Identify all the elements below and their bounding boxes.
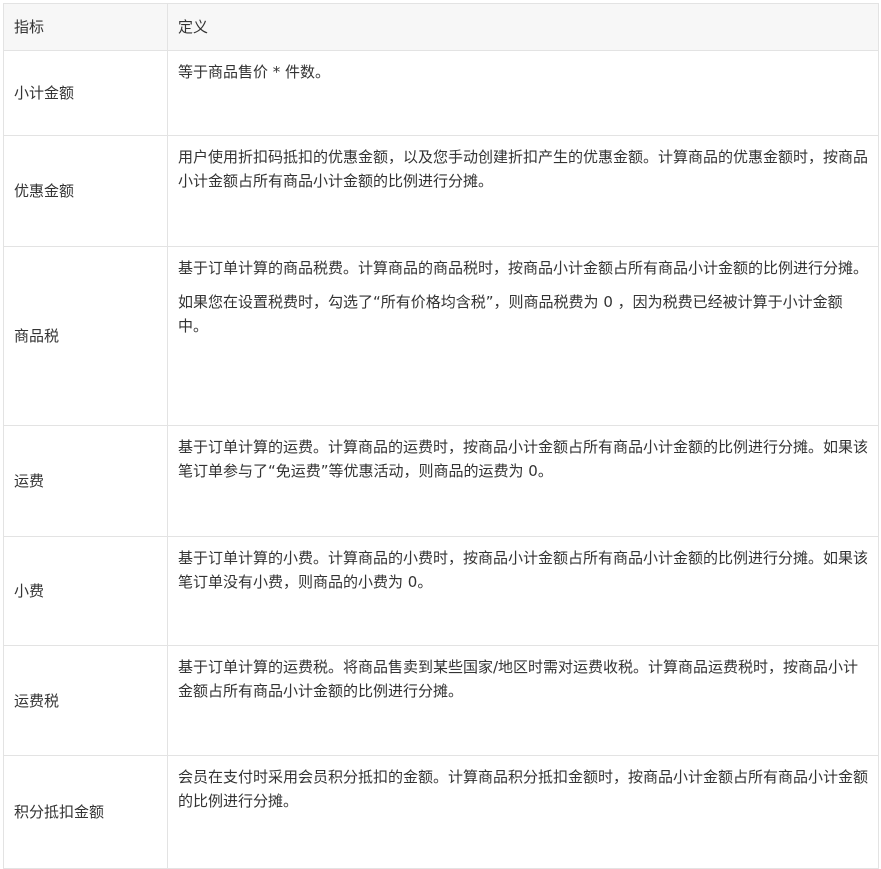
definition-paragraph: 基于订单计算的小费。计算商品的小费时，按商品小计金额占所有商品小计金额的比例进行… [178,549,869,591]
definition-paragraph: 基于订单计算的运费。计算商品的运费时，按商品小计金额占所有商品小计金额的比例进行… [178,438,869,480]
table-row: 商品税 基于订单计算的商品税费。计算商品的商品税时，按商品小计金额占所有商品小计… [3,246,879,426]
table-row: 积分抵扣金额 会员在支付时采用会员积分抵扣的金额。计算商品积分抵扣金额时，按商品… [3,755,879,869]
metric-name-product-tax: 商品税 [3,246,168,426]
header-metric: 指标 [3,3,168,51]
metric-definition-shipping-tax: 基于订单计算的运费税。将商品售卖到某些国家/地区时需对运费收税。计算商品运费税时… [167,645,879,756]
definition-paragraph: 用户使用折扣码抵扣的优惠金额，以及您手动创建折扣产生的优惠金额。计算商品的优惠金… [178,148,869,190]
definition-paragraph: 会员在支付时采用会员积分抵扣的金额。计算商品积分抵扣金额时，按商品小计金额占所有… [178,768,869,810]
metric-name-points-deduction: 积分抵扣金额 [3,755,168,869]
definition-paragraph: 基于订单计算的商品税费。计算商品的商品税时，按商品小计金额占所有商品小计金额的比… [178,259,869,277]
table-row: 优惠金额 用户使用折扣码抵扣的优惠金额，以及您手动创建折扣产生的优惠金额。计算商… [3,135,879,247]
metric-definition-discount: 用户使用折扣码抵扣的优惠金额，以及您手动创建折扣产生的优惠金额。计算商品的优惠金… [167,135,879,247]
header-definition: 定义 [167,3,879,51]
metric-definition-tip: 基于订单计算的小费。计算商品的小费时，按商品小计金额占所有商品小计金额的比例进行… [167,536,879,646]
metrics-definition-table-container: 指标 定义 小计金额 等于商品售价 * 件数。 优惠金额 用户使用折扣码抵扣的优… [3,3,879,869]
metric-name-shipping-tax: 运费税 [3,645,168,756]
metric-name-shipping: 运费 [3,425,168,537]
metrics-definition-table: 指标 定义 小计金额 等于商品售价 * 件数。 优惠金额 用户使用折扣码抵扣的优… [3,3,879,869]
definition-paragraph: 如果您在设置税费时，勾选了“所有价格均含税”，则商品税费为 0 ，因为税费已经被… [178,293,843,335]
metric-name-subtotal: 小计金额 [3,50,168,136]
metric-definition-shipping: 基于订单计算的运费。计算商品的运费时，按商品小计金额占所有商品小计金额的比例进行… [167,425,879,537]
metric-definition-subtotal: 等于商品售价 * 件数。 [167,50,879,136]
definition-paragraph: 基于订单计算的运费税。将商品售卖到某些国家/地区时需对运费收税。计算商品运费税时… [178,658,859,700]
metric-name-discount: 优惠金额 [3,135,168,247]
table-row: 小费 基于订单计算的小费。计算商品的小费时，按商品小计金额占所有商品小计金额的比… [3,536,879,646]
table-row: 小计金额 等于商品售价 * 件数。 [3,50,879,136]
metric-definition-product-tax: 基于订单计算的商品税费。计算商品的商品税时，按商品小计金额占所有商品小计金额的比… [167,246,879,426]
table-header-row: 指标 定义 [3,3,879,51]
table-row: 运费税 基于订单计算的运费税。将商品售卖到某些国家/地区时需对运费收税。计算商品… [3,645,879,756]
table-row: 运费 基于订单计算的运费。计算商品的运费时，按商品小计金额占所有商品小计金额的比… [3,425,879,537]
metric-definition-points-deduction: 会员在支付时采用会员积分抵扣的金额。计算商品积分抵扣金额时，按商品小计金额占所有… [167,755,879,869]
metric-name-tip: 小费 [3,536,168,646]
definition-paragraph: 等于商品售价 * 件数。 [178,63,331,81]
